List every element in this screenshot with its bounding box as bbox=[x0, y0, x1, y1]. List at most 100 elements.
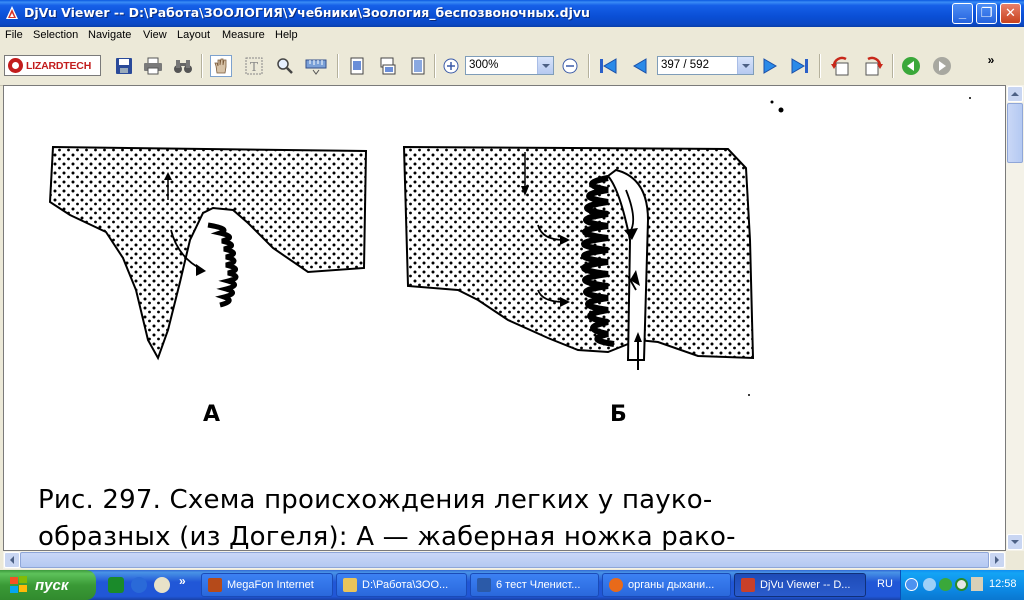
zoom-select[interactable]: 300% bbox=[465, 56, 554, 75]
taskbar-item-label: 6 тест Членист... bbox=[496, 579, 581, 591]
megafon-icon bbox=[208, 578, 222, 592]
toolbar-overflow-chevron[interactable]: » bbox=[980, 49, 1002, 71]
firefox-icon bbox=[609, 578, 623, 592]
show-desktop-icon[interactable] bbox=[108, 577, 124, 593]
taskbar-item-djvu-viewer[interactable]: DjVu Viewer -- D... bbox=[734, 573, 866, 597]
taskbar-item-label: MegaFon Internet bbox=[227, 579, 314, 591]
internet-explorer-icon[interactable] bbox=[131, 577, 147, 593]
chevron-down-icon[interactable] bbox=[537, 57, 553, 74]
print-icon[interactable] bbox=[142, 55, 164, 77]
zoom-tool-icon[interactable] bbox=[274, 55, 296, 77]
figure-label-b: Б bbox=[610, 402, 627, 427]
djvu-page: А Б Рис. 297. Схема происхождения легких… bbox=[8, 90, 1003, 551]
find-binoculars-icon[interactable] bbox=[172, 55, 194, 77]
language-indicator[interactable]: RU bbox=[877, 578, 893, 590]
scroll-up-icon[interactable] bbox=[1007, 86, 1023, 102]
page-number-select[interactable]: 397 / 592 bbox=[657, 56, 754, 75]
chevron-down-icon[interactable] bbox=[737, 57, 753, 74]
menu-layout[interactable]: Layout bbox=[177, 29, 210, 41]
djvu-app-icon[interactable] bbox=[4, 5, 20, 21]
toolbar-separator bbox=[201, 54, 203, 78]
figure-a-body bbox=[48, 145, 368, 361]
horizontal-scrollbar[interactable] bbox=[3, 551, 1006, 569]
facing-pages-icon[interactable] bbox=[407, 55, 429, 77]
forward-icon[interactable] bbox=[931, 55, 953, 77]
close-button[interactable]: ✕ bbox=[1000, 3, 1021, 24]
figure-297-drawing bbox=[48, 97, 971, 396]
continuous-page-icon[interactable] bbox=[377, 55, 399, 77]
start-label: пуск bbox=[35, 576, 69, 594]
single-page-icon[interactable] bbox=[346, 55, 368, 77]
lizardtech-logo-text: LIZARDTECH bbox=[26, 59, 92, 72]
previous-page-icon[interactable] bbox=[629, 55, 651, 77]
taskbar-item-explorer[interactable]: D:\Работа\ЗОО... bbox=[336, 573, 467, 597]
toolbar-separator bbox=[337, 54, 339, 78]
djvu-app-icon bbox=[741, 578, 755, 592]
back-icon[interactable] bbox=[900, 55, 922, 77]
svg-text:T: T bbox=[250, 60, 258, 74]
horizontal-scroll-thumb[interactable] bbox=[20, 552, 989, 568]
text-select-icon[interactable]: T bbox=[243, 55, 265, 77]
figure-caption-line-2: образных (из Догеля): А — жаберная ножка… bbox=[38, 522, 736, 551]
folder-icon bbox=[343, 578, 357, 592]
taskbar-item-firefox[interactable]: органы дыхани... bbox=[602, 573, 731, 597]
scroll-right-icon[interactable] bbox=[989, 552, 1005, 568]
zoom-in-icon[interactable] bbox=[440, 55, 462, 77]
menu-file[interactable]: File bbox=[5, 29, 23, 41]
zoom-out-icon[interactable] bbox=[559, 55, 581, 77]
figure-a-gills bbox=[207, 222, 239, 308]
vertical-scrollbar[interactable] bbox=[1006, 85, 1024, 551]
word-document-icon bbox=[477, 578, 491, 592]
lizardtech-logo[interactable]: LIZARDTECH bbox=[4, 55, 101, 76]
taskbar-item-label: D:\Работа\ЗОО... bbox=[362, 579, 449, 591]
menu-view[interactable]: View bbox=[143, 29, 167, 41]
toolbar-separator bbox=[819, 54, 821, 78]
scroll-down-icon[interactable] bbox=[1007, 534, 1023, 550]
hand-tool-icon[interactable] bbox=[210, 55, 232, 77]
tray-status-icon[interactable] bbox=[955, 578, 968, 591]
window-title: DjVu Viewer -- D:\Работа\ЗООЛОГИЯ\Учебни… bbox=[24, 5, 590, 20]
tray-agent-icon[interactable] bbox=[939, 578, 952, 591]
first-page-icon[interactable] bbox=[597, 55, 619, 77]
vertical-scroll-thumb[interactable] bbox=[1007, 103, 1023, 163]
taskbar-item-label: DjVu Viewer -- D... bbox=[760, 579, 851, 591]
menu-help[interactable]: Help bbox=[275, 29, 298, 41]
figure-label-a: А bbox=[203, 402, 221, 427]
menu-measure[interactable]: Measure bbox=[222, 29, 265, 41]
toolbar: LIZARDTECH T 300% 397 / 592 » bbox=[0, 47, 1024, 86]
next-page-icon[interactable] bbox=[759, 55, 781, 77]
rotate-left-icon[interactable] bbox=[830, 55, 852, 77]
ruler-measure-icon[interactable] bbox=[305, 55, 327, 77]
taskbar-item-label: органы дыхани... bbox=[628, 579, 715, 591]
menu-selection[interactable]: Selection bbox=[33, 29, 78, 41]
clock[interactable]: 12:58 bbox=[989, 578, 1017, 590]
toolbar-separator bbox=[892, 54, 894, 78]
taskbar-item-word-doc[interactable]: 6 тест Членист... bbox=[470, 573, 599, 597]
title-bar: DjVu Viewer -- D:\Работа\ЗООЛОГИЯ\Учебни… bbox=[0, 0, 1024, 27]
zoom-value: 300% bbox=[469, 59, 499, 71]
media-player-icon[interactable] bbox=[154, 577, 170, 593]
last-page-icon[interactable] bbox=[789, 55, 811, 77]
tray-volume-icon[interactable] bbox=[971, 577, 983, 591]
page-number-value: 397 / 592 bbox=[661, 59, 709, 71]
taskbar-item-megafon[interactable]: MegaFon Internet bbox=[201, 573, 333, 597]
rotate-right-icon[interactable] bbox=[862, 55, 884, 77]
start-button[interactable]: пуск bbox=[0, 570, 96, 600]
scroll-left-icon[interactable] bbox=[4, 552, 20, 568]
tray-network-icon[interactable] bbox=[923, 578, 936, 591]
taskbar: пуск » MegaFon Internet D:\Работа\ЗОО...… bbox=[0, 570, 1024, 600]
menu-bar: File Selection Navigate View Layout Meas… bbox=[0, 27, 1024, 46]
figure-caption-line-1: Рис. 297. Схема происхождения легких у п… bbox=[38, 485, 713, 515]
document-view[interactable]: А Б Рис. 297. Схема происхождения легких… bbox=[3, 85, 1006, 551]
figure-b-body bbox=[402, 145, 755, 360]
toolbar-separator bbox=[434, 54, 436, 78]
minimize-button[interactable]: _ bbox=[952, 3, 973, 24]
tray-collapse-icon[interactable] bbox=[905, 578, 918, 591]
windows-flag-icon bbox=[9, 576, 29, 594]
quick-launch-overflow[interactable]: » bbox=[179, 574, 186, 588]
lizardtech-logo-mark bbox=[8, 58, 23, 73]
maximize-button[interactable]: ❐ bbox=[976, 3, 997, 24]
menu-navigate[interactable]: Navigate bbox=[88, 29, 131, 41]
system-tray: 12:58 bbox=[900, 570, 1024, 600]
save-icon[interactable] bbox=[113, 55, 135, 77]
